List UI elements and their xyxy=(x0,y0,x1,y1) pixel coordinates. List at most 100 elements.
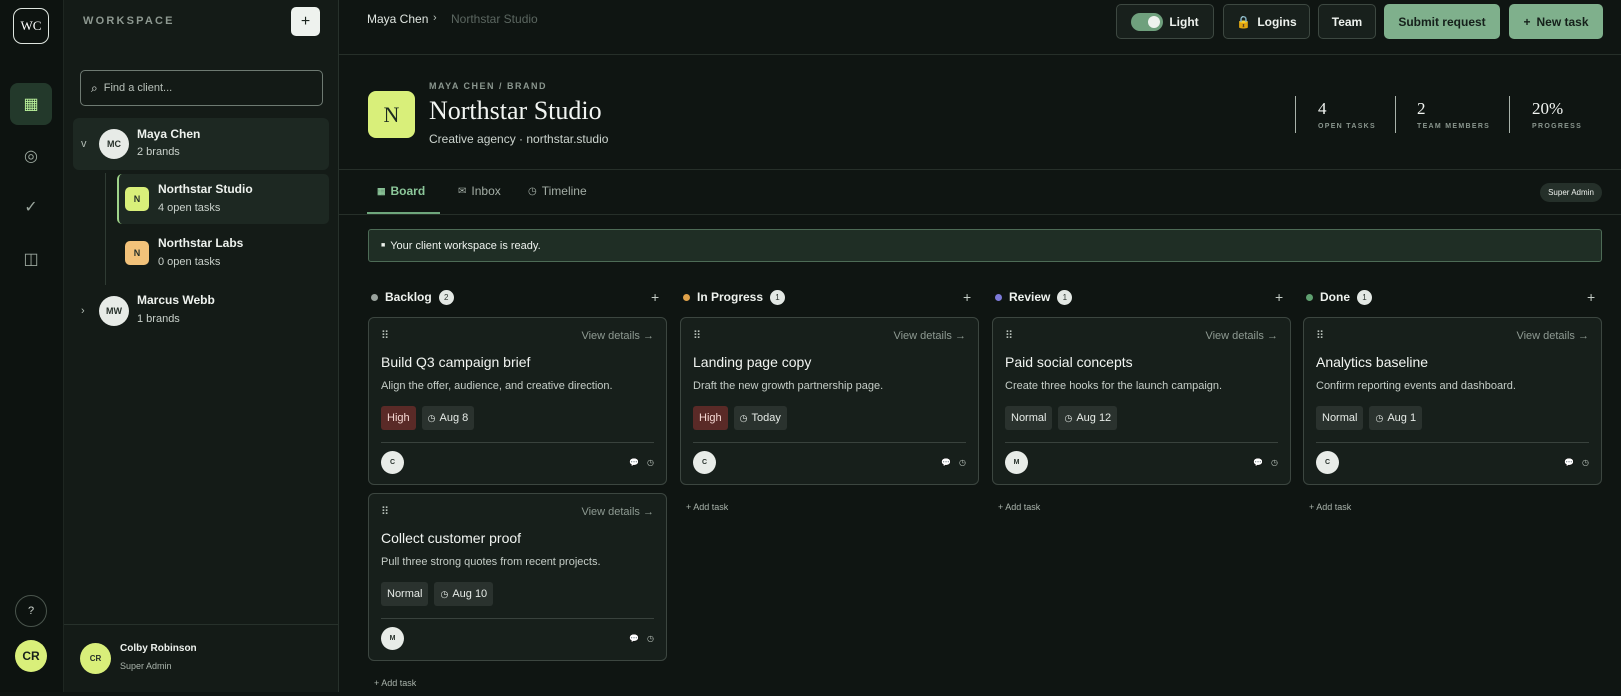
comment-icon: 💬 xyxy=(629,458,640,467)
plus-icon: + xyxy=(1523,14,1531,29)
user-avatar[interactable]: CR xyxy=(80,643,111,674)
brand-name: Northstar Labs xyxy=(158,236,244,250)
add-task-link[interactable]: + Add task xyxy=(1309,502,1351,512)
view-details-link[interactable]: View details → xyxy=(581,506,654,518)
assignee-avatar: M xyxy=(381,627,404,650)
due-date-text: Aug 1 xyxy=(1387,412,1417,424)
breadcrumb-separator: › xyxy=(433,12,437,24)
stat-divider xyxy=(1295,96,1296,133)
priority-badge: High xyxy=(381,406,416,430)
view-details-link[interactable]: View details → xyxy=(1516,330,1589,342)
due-date-badge: ◷ Today xyxy=(733,406,787,430)
grid-icon: ▦ xyxy=(23,96,39,113)
client-row-maya-chen[interactable]: v MC Maya Chen 2 brands xyxy=(73,118,329,170)
client-name: Marcus Webb xyxy=(137,293,215,307)
comment-icon: 💬 xyxy=(1564,458,1575,467)
chevron-right-icon[interactable]: › xyxy=(81,305,85,317)
due-date-badge: ◷ Aug 8 xyxy=(421,406,475,430)
rail-docs-button[interactable]: ◫ xyxy=(10,238,52,280)
view-details-link[interactable]: View details → xyxy=(1205,330,1278,342)
brand-name: Northstar Studio xyxy=(158,182,253,196)
rail-user-avatar[interactable]: CR xyxy=(15,640,47,672)
task-card[interactable]: ⠿ View details → Paid social concepts Cr… xyxy=(992,317,1291,485)
tab-board[interactable]: ▦ Board xyxy=(377,184,425,198)
add-card-button[interactable]: + xyxy=(1587,289,1595,305)
task-title: Paid social concepts xyxy=(1005,354,1133,370)
tab-timeline[interactable]: ◷ Timeline xyxy=(528,184,587,198)
tree-connector xyxy=(105,173,106,285)
add-card-button[interactable]: + xyxy=(963,289,971,305)
task-title: Build Q3 campaign brief xyxy=(381,354,531,370)
breadcrumb-client[interactable]: Maya Chen xyxy=(367,12,428,26)
task-title: Landing page copy xyxy=(693,354,812,370)
rail-tasks-button[interactable]: ✓ xyxy=(10,186,52,228)
stat-open-tasks-label: OPEN TASKS xyxy=(1318,123,1376,130)
stat-divider xyxy=(1395,96,1396,133)
chevron-down-icon[interactable]: v xyxy=(81,138,87,150)
help-button[interactable]: ? xyxy=(15,595,47,627)
client-search[interactable]: ⌕ xyxy=(80,70,323,106)
clock-icon: ◷ xyxy=(1375,412,1384,423)
brand-row-northstar-labs[interactable]: N Northstar Labs 0 open tasks xyxy=(117,228,329,278)
drag-handle-icon[interactable]: ⠿ xyxy=(381,505,389,518)
client-search-input[interactable] xyxy=(103,82,304,94)
header-divider xyxy=(339,54,1621,55)
task-card[interactable]: ⠿ View details → Collect customer proof … xyxy=(368,493,667,661)
brand-logo: N xyxy=(368,91,415,138)
comment-icon: 💬 xyxy=(941,458,952,467)
due-date-badge: ◷ Aug 10 xyxy=(434,582,494,606)
view-details-link[interactable]: View details → xyxy=(581,330,654,342)
comment-icon: 💬 xyxy=(629,634,640,643)
stat-team-members-value: 2 xyxy=(1417,99,1426,118)
theme-toggle-button[interactable]: Light xyxy=(1116,4,1214,39)
client-brand-count: 2 brands xyxy=(137,146,180,158)
user-name: Colby Robinson xyxy=(120,643,197,654)
drag-handle-icon[interactable]: ⠿ xyxy=(381,329,389,342)
app-logo[interactable]: WC xyxy=(13,8,49,44)
search-icon: ⌕ xyxy=(91,80,98,95)
logins-button[interactable]: 🔒 Logins xyxy=(1223,4,1310,39)
clock-icon: ◷ xyxy=(427,412,436,423)
add-task-link[interactable]: + Add task xyxy=(998,502,1040,512)
team-button[interactable]: Team xyxy=(1318,4,1376,39)
submit-request-button[interactable]: Submit request xyxy=(1384,4,1500,39)
task-description: Draft the new growth partnership page. xyxy=(693,380,884,392)
view-details-link[interactable]: View details → xyxy=(893,330,966,342)
card-divider xyxy=(381,618,654,619)
task-description: Create three hooks for the launch campai… xyxy=(1005,380,1223,392)
drag-handle-icon[interactable]: ⠿ xyxy=(693,329,701,342)
task-description: Pull three strong quotes from recent pro… xyxy=(381,556,601,568)
tab-inbox[interactable]: ✉ Inbox xyxy=(458,184,501,198)
rail-target-button[interactable]: ◎ xyxy=(10,135,52,177)
target-icon: ◎ xyxy=(24,148,38,165)
new-task-button[interactable]: + New task xyxy=(1509,4,1603,39)
column-header-in-progress: In Progress 1 xyxy=(683,288,786,306)
column-header-review: Review 1 xyxy=(995,288,1073,306)
add-card-button[interactable]: + xyxy=(651,289,659,305)
drag-handle-icon[interactable]: ⠿ xyxy=(1005,329,1013,342)
client-row-marcus-webb[interactable]: › MW Marcus Webb 1 brands xyxy=(73,292,329,344)
add-task-link[interactable]: + Add task xyxy=(686,502,728,512)
drag-handle-icon[interactable]: ⠿ xyxy=(1316,329,1324,342)
card-divider xyxy=(1005,442,1278,443)
task-card[interactable]: ⠿ View details → Analytics baseline Conf… xyxy=(1303,317,1602,485)
stat-progress-label: PROGRESS xyxy=(1532,123,1583,130)
tab-timeline-label: Timeline xyxy=(541,184,587,198)
due-date-text: Aug 8 xyxy=(439,412,469,424)
brand-row-northstar-studio[interactable]: N Northstar Studio 4 open tasks xyxy=(117,174,329,224)
workspace-title: WORKSPACE xyxy=(83,15,175,27)
task-card[interactable]: ⠿ View details → Build Q3 campaign brief… xyxy=(368,317,667,485)
status-dot xyxy=(995,293,1002,301)
brand-avatar: N xyxy=(125,187,149,211)
add-client-button[interactable]: + xyxy=(291,7,320,36)
column-count: 1 xyxy=(1057,289,1073,305)
column-title: Backlog xyxy=(385,290,432,304)
task-title: Collect customer proof xyxy=(381,530,522,546)
assignee-avatar: C xyxy=(381,451,404,474)
rail-board-button[interactable]: ▦ xyxy=(10,83,52,125)
add-task-link[interactable]: + Add task xyxy=(374,678,416,688)
add-card-button[interactable]: + xyxy=(1275,289,1283,305)
task-title: Analytics baseline xyxy=(1316,354,1429,370)
brand-subtitle: Creative agency · northstar.studio xyxy=(429,132,609,146)
task-card[interactable]: ⠿ View details → Landing page copy Draft… xyxy=(680,317,979,485)
